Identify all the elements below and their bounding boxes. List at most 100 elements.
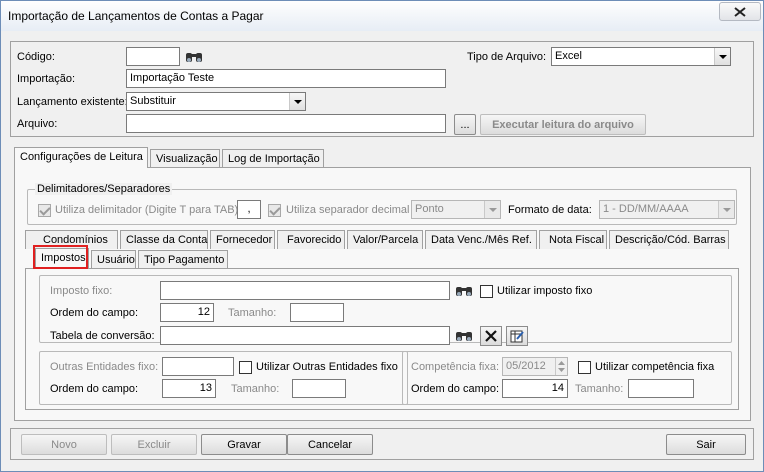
chevron-down-icon (488, 207, 497, 212)
outras-ordem-label: Ordem do campo: (50, 383, 139, 395)
impostos-tamanho-label: Tamanho: (228, 307, 277, 319)
close-button[interactable] (719, 2, 761, 21)
utilizar-competencia-checkbox[interactable] (578, 361, 591, 374)
imposto-fixo-search-button[interactable] (453, 281, 475, 301)
outras-fixo-input[interactable] (162, 357, 234, 376)
subtab-tipo-pagamento[interactable]: Tipo Pagamento (138, 250, 228, 269)
competencia-fixa-input[interactable]: 05/2012 (502, 357, 568, 376)
utiliza-separador-checkbox[interactable] (268, 204, 281, 217)
utiliza-separador-label: Utiliza separador decimal (286, 204, 410, 216)
subtab-descricao-cod-barras[interactable]: Descrição/Cód. Barras (609, 230, 729, 249)
subtab-favorecido[interactable]: Favorecido (277, 230, 345, 249)
tab-label: Descrição/Cód. Barras (615, 234, 726, 246)
competencia-spinner[interactable] (555, 358, 567, 375)
edit-table-icon (510, 330, 524, 343)
subtab-nota-fiscal[interactable]: Nota Fiscal (539, 230, 607, 249)
imposto-fixo-label: Imposto fixo: (50, 285, 113, 297)
spinner-arrows-icon (558, 361, 565, 372)
utilizar-imposto-fixo-checkbox[interactable] (480, 285, 493, 298)
tab-log-importacao[interactable]: Log de Importação (222, 149, 324, 168)
tab-label: Data Venc./Mês Ref. (431, 234, 532, 246)
codigo-search-button[interactable] (183, 47, 205, 67)
utilizar-competencia-label: Utilizar competência fixa (595, 361, 715, 373)
configuracoes-panel: Delimitadores/Separadores Utiliza delimi… (14, 167, 751, 421)
subtab-fornecedor[interactable]: Fornecedor (210, 230, 275, 249)
executar-leitura-button[interactable]: Executar leitura do arquivo (480, 114, 646, 135)
subtab-usuario[interactable]: Usuário (91, 250, 136, 269)
binoculars-icon (456, 332, 472, 341)
gravar-button[interactable]: Gravar (201, 434, 287, 455)
tab-label: Usuário (97, 254, 135, 266)
tab-label: Configurações de Leitura (20, 151, 143, 163)
window-title: Importação de Lançamentos de Contas a Pa… (8, 9, 264, 23)
formato-data-select[interactable]: 1 - DD/MM/AAAA (599, 200, 735, 219)
subtab-data-venc[interactable]: Data Venc./Mês Ref. (425, 230, 537, 249)
subtab-classe-conta[interactable]: Classe da Conta (120, 230, 208, 249)
utiliza-delimitador-label: Utiliza delimitador (Digite T para TAB) (55, 204, 239, 216)
tabela-conversao-label: Tabela de conversão: (50, 330, 155, 342)
outras-tamanho-input[interactable] (292, 379, 346, 398)
impostos-panel: Imposto fixo: Utilizar imposto fixo Orde… (25, 268, 739, 410)
main-window: Importação de Lançamentos de Contas a Pa… (0, 0, 764, 472)
competencia-ordem-input[interactable]: 14 (502, 379, 568, 398)
outras-ordem-input[interactable]: 13 (162, 379, 216, 398)
cancelar-button[interactable]: Cancelar (287, 434, 373, 455)
tipo-arquivo-dropdown-button[interactable] (714, 48, 730, 65)
lancamento-select[interactable]: Substituir (126, 92, 306, 111)
separador-value: Ponto (415, 203, 444, 215)
utilizar-imposto-fixo-label: Utilizar imposto fixo (497, 285, 593, 297)
competencia-tamanho-input[interactable] (628, 379, 694, 398)
outras-fixo-label: Outras Entidades fixo: (50, 361, 159, 373)
tabela-edit-button[interactable] (506, 326, 528, 346)
formato-data-dropdown-button[interactable] (718, 201, 734, 218)
competencia-tamanho-label: Tamanho: (575, 383, 624, 395)
impostos-ordem-input[interactable]: 12 (160, 303, 214, 322)
sair-button[interactable]: Sair (666, 434, 746, 455)
tipo-arquivo-value: Excel (555, 50, 582, 62)
binoculars-icon (186, 53, 202, 62)
footer-panel: Novo Excluir Gravar Cancelar Sair (10, 428, 754, 460)
tab-visualizacao[interactable]: Visualização (150, 149, 220, 168)
outras-tamanho-label: Tamanho: (231, 383, 280, 395)
impostos-tamanho-input[interactable] (290, 303, 344, 322)
lancamento-value: Substituir (130, 95, 176, 107)
impostos-ordem-label: Ordem do campo: (50, 307, 139, 319)
lancamento-dropdown-button[interactable] (289, 93, 305, 110)
impostos-highlight-box (33, 245, 88, 269)
novo-button[interactable]: Novo (21, 434, 107, 455)
formato-data-value: 1 - DD/MM/AAAA (603, 203, 689, 215)
tipo-arquivo-select[interactable]: Excel (551, 47, 731, 66)
competencia-fixa-value: 05/2012 (506, 360, 546, 372)
tab-label: Valor/Parcela (353, 234, 419, 246)
subtab-valor-parcela[interactable]: Valor/Parcela (347, 230, 423, 249)
tab-label: Visualização (156, 153, 218, 165)
tabela-search-button[interactable] (453, 326, 475, 346)
imposto-fixo-input[interactable] (160, 281, 450, 300)
importacao-input[interactable]: Importação Teste (126, 69, 446, 88)
utilizar-outras-checkbox[interactable] (239, 361, 252, 374)
tabela-clear-button[interactable] (480, 326, 502, 346)
competencia-ordem-label: Ordem do campo: (411, 383, 500, 395)
browse-button[interactable]: ... (454, 114, 476, 135)
arquivo-label: Arquivo: (17, 118, 58, 130)
tab-configuracoes-leitura[interactable]: Configurações de Leitura (14, 147, 148, 168)
tab-label: Favorecido (287, 234, 342, 246)
delimitador-input[interactable]: , (237, 200, 261, 219)
tab-label: Log de Importação (228, 153, 320, 165)
codigo-label: Código: (17, 51, 55, 63)
close-icon (734, 6, 746, 17)
tab-label: Fornecedor (216, 234, 273, 246)
separador-dropdown-button[interactable] (484, 201, 500, 218)
chevron-down-icon (293, 99, 302, 104)
excluir-button[interactable]: Excluir (111, 434, 197, 455)
arquivo-input[interactable] (126, 114, 446, 133)
chevron-down-icon (718, 54, 727, 59)
codigo-input[interactable] (126, 47, 180, 66)
tabela-conversao-input[interactable] (160, 326, 450, 345)
separador-select[interactable]: Ponto (411, 200, 501, 219)
utilizar-outras-label: Utilizar Outras Entidades fixo (256, 361, 398, 373)
tab-label: Nota Fiscal (549, 234, 605, 246)
tipo-arquivo-label: Tipo de Arquivo: (467, 51, 547, 63)
lancamento-label: Lançamento existente: (17, 96, 128, 108)
utiliza-delimitador-checkbox[interactable] (38, 204, 51, 217)
